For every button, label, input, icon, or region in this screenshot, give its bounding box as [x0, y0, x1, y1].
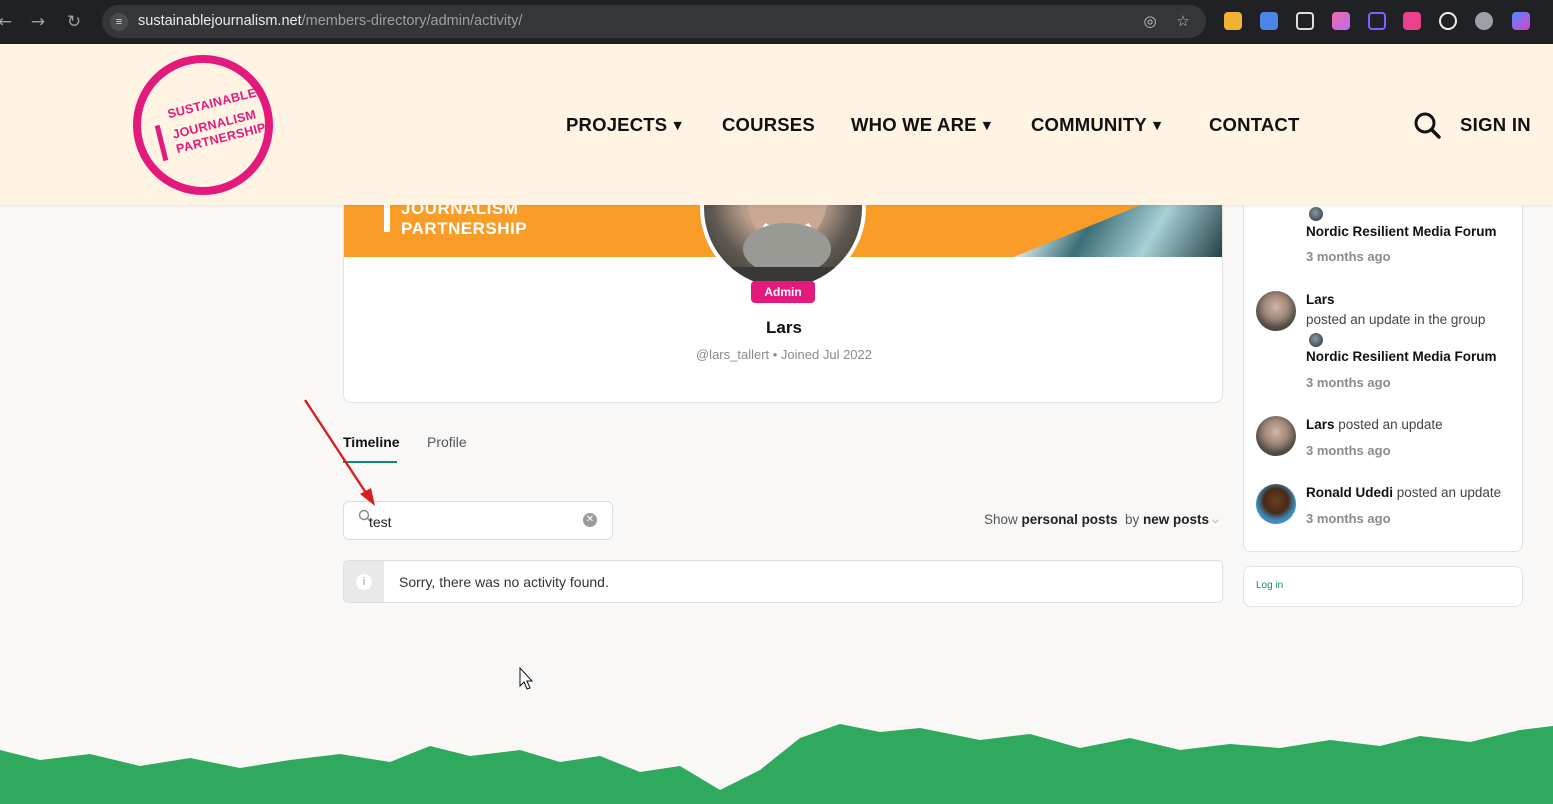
annotation-arrow-head: [360, 488, 375, 506]
annotation-overlay: [303, 399, 534, 690]
annotation-arrow-line: [303, 399, 370, 497]
mouse-cursor-icon: [519, 666, 534, 690]
